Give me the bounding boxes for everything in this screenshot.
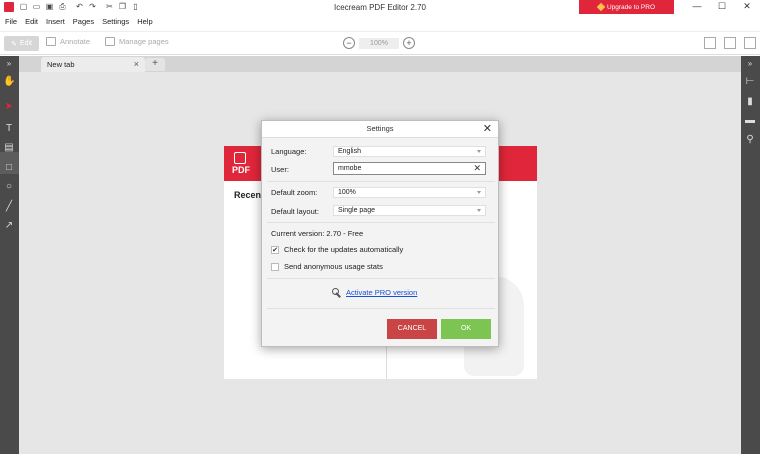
divider (267, 308, 495, 309)
chevron-down-icon (477, 150, 481, 153)
edit-mode-button[interactable]: ✎ Edit (4, 36, 39, 51)
edit-label: Edit (19, 40, 32, 47)
language-value: English (338, 148, 361, 155)
language-label: Language: (271, 147, 307, 156)
zoom-out-button[interactable]: − (343, 37, 355, 49)
comment-icon (46, 37, 56, 46)
zoom-level-field[interactable]: 100% (359, 37, 399, 49)
default-layout-label: Default layout: (271, 207, 319, 216)
annotate-mode-button[interactable]: Annotate (46, 37, 90, 46)
cancel-button[interactable]: CANCEL (387, 319, 437, 339)
text-tool-icon[interactable]: T (3, 123, 15, 135)
current-version-text: Current version: 2.70 - Free (271, 229, 364, 238)
rectangle-tool-icon[interactable]: □ (3, 162, 15, 174)
user-label: User: (271, 165, 289, 174)
title-bar: ▢ ▭ ▣ ⎙ ↶ ↷ ✂ ❐ ▯ Icecream PDF Editor 2.… (0, 0, 760, 14)
search-icon[interactable]: ⚲ (744, 134, 756, 146)
pencil-icon: ✎ (11, 40, 17, 48)
check-updates-label: Check for the updates automatically (284, 245, 404, 254)
maximize-button[interactable]: ☐ (711, 0, 733, 14)
status-strip (0, 454, 760, 468)
check-updates-option[interactable]: ✔ Check for the updates automatically (271, 245, 403, 254)
page-size-icon[interactable]: ⊢ (744, 76, 756, 88)
collapse-sidebar-icon[interactable]: » (744, 58, 756, 70)
menu-insert[interactable]: Insert (42, 16, 69, 27)
clear-input-icon[interactable]: ✕ (473, 163, 481, 174)
two-page-icon[interactable] (724, 37, 736, 49)
dialog-title: Settings (366, 124, 394, 133)
dialog-close-icon[interactable]: ✕ (483, 122, 492, 136)
anon-stats-option[interactable]: Send anonymous usage stats (271, 262, 383, 271)
anon-stats-label: Send anonymous usage stats (284, 262, 383, 271)
settings-dialog: Settings ✕ Language: English User: mmobe… (261, 120, 499, 347)
bookmark-icon[interactable]: ▮ (744, 96, 756, 108)
add-tab-button[interactable]: + (145, 58, 165, 71)
left-tool-sidebar: » ✋ ➤ T ▤ □ ○ ╱ ↗ (0, 56, 19, 454)
check-updates-checkbox[interactable]: ✔ (271, 245, 279, 254)
menu-file[interactable]: File (0, 16, 21, 27)
fullscreen-icon[interactable] (744, 37, 756, 49)
anon-stats-checkbox[interactable] (271, 262, 279, 271)
ok-button[interactable]: OK (441, 319, 491, 339)
default-zoom-value: 100% (338, 189, 356, 196)
language-select[interactable]: English (333, 146, 486, 157)
divider (267, 278, 495, 279)
default-zoom-label: Default zoom: (271, 188, 318, 197)
upgrade-to-pro-button[interactable]: Upgrade to PRO (579, 0, 674, 14)
fit-width-icon[interactable] (704, 37, 716, 49)
chevron-down-icon (477, 191, 481, 194)
annotate-label: Annotate (60, 37, 91, 46)
pdf-pen-icon (234, 152, 246, 164)
tab-close-icon[interactable]: × (134, 57, 139, 72)
menu-pages[interactable]: Pages (69, 16, 98, 27)
dialog-title-bar: Settings ✕ (262, 121, 498, 138)
pdf-logo-text: PDF (232, 165, 250, 175)
select-tool-icon[interactable]: ➤ (3, 101, 15, 113)
tab-strip: New tab × + (19, 56, 741, 72)
main-toolbar: ✎ Edit Annotate Manage pages − 100% + (0, 31, 760, 55)
card-divider (386, 346, 387, 379)
close-window-button[interactable]: ✕ (736, 0, 758, 14)
manage-pages-button[interactable]: Manage pages (105, 37, 169, 46)
menu-settings[interactable]: Settings (98, 16, 133, 27)
user-field[interactable]: mmobe ✕ (333, 162, 486, 175)
zoom-controls: − 100% + (343, 37, 415, 49)
minimize-button[interactable]: — (686, 0, 708, 14)
default-layout-value: Single page (338, 207, 375, 214)
pages-grid-icon (105, 37, 115, 46)
default-layout-select[interactable]: Single page (333, 205, 486, 216)
menu-edit[interactable]: Edit (21, 16, 42, 27)
upgrade-label: Upgrade to PRO (606, 3, 656, 11)
hand-tool-icon[interactable]: ✋ (3, 76, 15, 88)
zoom-in-button[interactable]: + (403, 37, 415, 49)
activate-pro-link[interactable]: Activate PRO version (346, 288, 417, 297)
tab-new-tab[interactable]: New tab × (41, 57, 145, 72)
divider (267, 181, 495, 182)
user-value: mmobe (338, 165, 362, 172)
menu-help[interactable]: Help (133, 16, 156, 27)
arrow-tool-icon[interactable]: ↗ (3, 220, 15, 232)
view-mode-icons (704, 37, 756, 49)
tab-label: New tab (47, 60, 75, 69)
ellipse-tool-icon[interactable]: ○ (3, 181, 15, 193)
manage-pages-label: Manage pages (119, 37, 169, 46)
chevron-down-icon (477, 209, 481, 212)
image-tool-icon[interactable]: ▤ (3, 142, 15, 154)
comments-icon[interactable]: ▬ (744, 115, 756, 127)
key-icon (332, 288, 342, 297)
pdf-logo: PDF (232, 152, 250, 175)
line-tool-icon[interactable]: ╱ (3, 201, 15, 213)
menu-bar: File Edit Insert Pages Settings Help (0, 16, 157, 27)
gem-icon (596, 2, 606, 12)
default-zoom-select[interactable]: 100% (333, 187, 486, 198)
expand-sidebar-icon[interactable]: » (3, 58, 15, 70)
divider (267, 222, 495, 223)
right-sidebar: » ⊢ ▮ ▬ ⚲ (741, 56, 760, 454)
activate-pro-row: Activate PRO version (332, 288, 417, 297)
recent-heading: Recent (234, 190, 265, 200)
